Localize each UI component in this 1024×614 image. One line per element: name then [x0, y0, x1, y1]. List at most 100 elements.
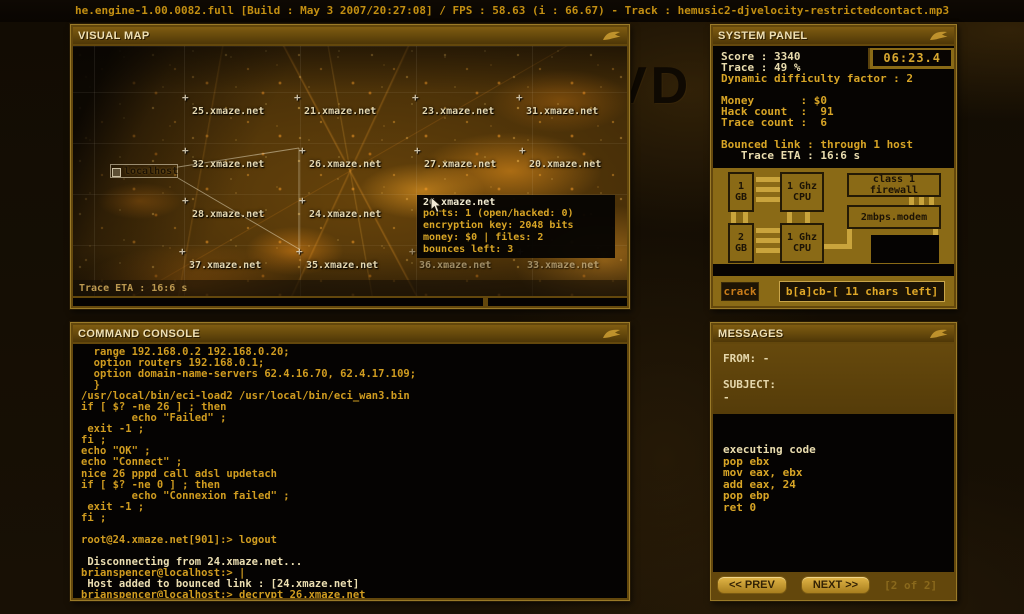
map-node[interactable]: +31.xmaze.net: [516, 91, 599, 118]
console-line: echo "Connexion failed" ;: [81, 489, 290, 502]
map-trace-eta-bar: Trace ETA : 16:6 s: [73, 280, 627, 296]
engine-title-bar: he.engine-1.00.0082.full [Build : May 3 …: [0, 0, 1024, 22]
hardware-diagram: 1 GB 1 Ghz CPU class 1 firewall 2mbps.mo…: [713, 168, 954, 264]
node-hostname-label: 23.xmaze.net: [422, 106, 495, 117]
node-crosshair-icon: +: [179, 245, 186, 258]
localhost-label: localhost: [124, 166, 179, 177]
node-hostname-label: 26.xmaze.net: [309, 159, 382, 170]
game-clock-value: 06:23.4: [873, 50, 951, 66]
host-tooltip-line: money: $0 | files: 2: [423, 232, 544, 243]
node-hostname-label: 27.xmaze.net: [424, 159, 497, 170]
node-hostname-label: 21.xmaze.net: [304, 106, 377, 117]
console-line: if [ $? -ne 0 ] ; then: [81, 478, 221, 491]
message-line: executing code: [723, 443, 816, 456]
node-hostname-label: 37.xmaze.net: [189, 260, 262, 271]
host-tooltip-line: ports: 1 (open/hacked: 0): [423, 208, 574, 219]
map-node[interactable]: +37.xmaze.net: [179, 245, 262, 272]
node-hostname-label: 25.xmaze.net: [192, 106, 265, 117]
system-stat-line: Dynamic difficulty factor : 2: [721, 72, 914, 85]
system-panel-divider: [713, 264, 954, 276]
visual-map-viewport[interactable]: localhost +25.xmaze.net +21.xmaze.net +23.…: [73, 46, 627, 296]
node-crosshair-icon: +: [414, 144, 421, 157]
map-node[interactable]: +23.xmaze.net: [412, 91, 495, 118]
messages-header: MESSAGES: [713, 325, 954, 342]
messages-panel: MESSAGES FROM: - SUBJECT: - executing co…: [710, 322, 957, 601]
console-line: option domain-name-servers 62.4.16.70, 6…: [81, 368, 417, 381]
console-line: fi ;: [81, 511, 107, 524]
game-clock: 06:23.4: [868, 48, 954, 69]
messages-footer: << PREV NEXT >> [2 of 2]: [713, 572, 954, 598]
ram-module-2: 2 GB: [728, 223, 754, 263]
engine-status-text: he.engine-1.00.0082.full [Build : May 3 …: [75, 4, 950, 17]
system-panel-title: SYSTEM PANEL: [718, 29, 808, 42]
node-crosshair-icon: +: [182, 194, 189, 207]
message-subject-value: -: [723, 391, 730, 404]
console-line: nice 26 pppd call adsl updetach: [81, 467, 277, 480]
map-node[interactable]: +26.xmaze.net: [299, 144, 382, 171]
message-meta: FROM: - SUBJECT: -: [713, 344, 954, 414]
node-hostname-label: 35.xmaze.net: [306, 260, 379, 271]
node-crosshair-icon: +: [296, 245, 303, 258]
messages-title: MESSAGES: [718, 327, 784, 340]
cpu-1: 1 Ghz CPU: [780, 172, 824, 212]
message-body: executing code pop ebx mov eax, ebx add eax…: [713, 414, 954, 572]
map-node[interactable]: +25.xmaze.net: [182, 91, 265, 118]
cpu-2: 1 Ghz CPU: [780, 223, 824, 263]
host-tooltip-details: ports: 1 (open/hacked: 0) encryption key:…: [423, 208, 609, 256]
map-node[interactable]: +27.xmaze.net: [414, 144, 497, 171]
node-hostname-label: 32.xmaze.net: [192, 159, 265, 170]
system-stat-line: Trace count : 6: [721, 116, 827, 129]
visual-map-header: VISUAL MAP: [73, 27, 627, 44]
map-node[interactable]: +28.xmaze.net: [182, 194, 265, 221]
message-line: ret 0: [723, 500, 757, 514]
panel-wing-icon[interactable]: [929, 29, 949, 42]
node-crosshair-icon: +: [299, 194, 306, 207]
map-trace-eta-text: Trace ETA : 16:6 s: [79, 282, 188, 294]
node-hostname-label: 28.xmaze.net: [192, 209, 265, 220]
map-node[interactable]: +20.xmaze.net: [519, 144, 602, 171]
node-crosshair-icon: +: [182, 91, 189, 104]
visual-map-title: VISUAL MAP: [78, 29, 150, 42]
panel-wing-icon[interactable]: [929, 327, 949, 340]
map-progress-strip: [73, 298, 627, 306]
hardware-display-slot: [871, 235, 939, 263]
visual-map-panel: VISUAL MAP localhost +25.xmaze.net +21.xm…: [70, 24, 630, 309]
system-panel: SYSTEM PANEL 06:23.4 Score : 3340 Trace :…: [710, 24, 957, 309]
mouse-cursor-icon: [430, 197, 442, 214]
ram-module-1: 1 GB: [728, 172, 754, 212]
localhost-marker[interactable]: localhost: [110, 164, 178, 178]
panel-wing-icon[interactable]: [602, 327, 622, 340]
console-lines: range 192.168.0.2 192.168.0.20; option r…: [81, 346, 627, 598]
map-node[interactable]: +35.xmaze.net: [296, 245, 379, 272]
node-hostname-label: 36.xmaze.net: [419, 260, 492, 271]
node-crosshair-icon: +: [516, 91, 523, 104]
command-console-title: COMMAND CONSOLE: [78, 327, 201, 340]
command-console-header: COMMAND CONSOLE: [73, 325, 627, 342]
crack-button[interactable]: crack: [721, 282, 759, 301]
host-tooltip-hostname: 26.xmaze.net: [423, 197, 496, 208]
map-node[interactable]: +24.xmaze.net: [299, 194, 381, 221]
next-message-button[interactable]: NEXT >>: [800, 576, 871, 594]
node-hostname-label: 20.xmaze.net: [529, 159, 602, 170]
prev-message-button[interactable]: << PREV: [717, 576, 787, 594]
node-hostname-label: 33.xmaze.net: [527, 260, 600, 271]
host-tooltip: 26.xmaze.net ports: 1 (open/hacked: 0) en…: [417, 195, 615, 258]
console-line: brianspencer@localhost:> decrypt 26.xmaz…: [81, 589, 366, 598]
firewall: class 1 firewall: [847, 173, 941, 197]
system-stats: 06:23.4 Score : 3340 Trace : 49 % Dynamic …: [713, 46, 954, 168]
panel-wing-icon[interactable]: [602, 29, 622, 42]
message-line: mov eax, ebx: [723, 466, 803, 479]
message-page-indicator: [2 of 2]: [884, 578, 938, 592]
map-node[interactable]: +32.xmaze.net: [182, 144, 265, 171]
console-line: exit -1 ;: [81, 423, 145, 436]
message-subject-label: SUBJECT:: [723, 378, 776, 391]
node-crosshair-icon: +: [519, 144, 526, 157]
modem: 2mbps.modem: [847, 205, 941, 229]
message-from: FROM: -: [723, 352, 770, 365]
node-crosshair-icon: +: [409, 245, 416, 258]
console-output[interactable]: range 192.168.0.2 192.168.0.20; option r…: [73, 344, 627, 598]
map-node[interactable]: +21.xmaze.net: [294, 91, 377, 118]
crack-password-field[interactable]: b[a]cb-[ 11 chars left]: [779, 281, 945, 302]
console-line: fi ;: [81, 434, 107, 447]
node-hostname-label: 31.xmaze.net: [526, 106, 599, 117]
